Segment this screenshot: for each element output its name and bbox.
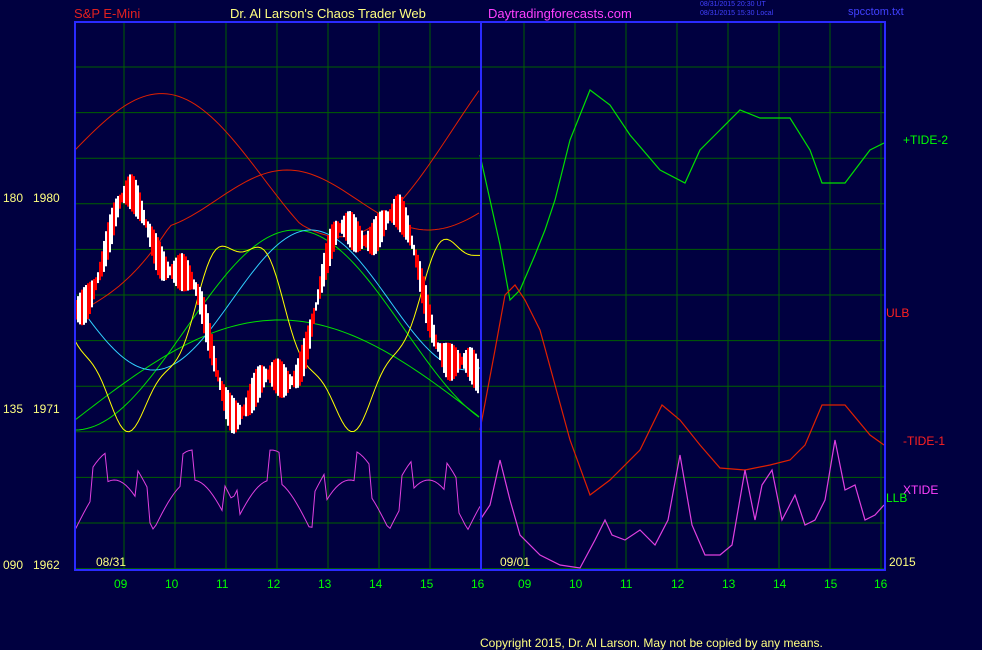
timestamp-local: 08/31/2015 15:30 Local <box>700 10 774 17</box>
series-label-minus-tide-1: -TIDE-1 <box>903 434 945 448</box>
x-hour-label: 14 <box>369 577 383 591</box>
date-label-0831: 08/31 <box>96 555 127 569</box>
x-hour-label: 13 <box>722 577 736 591</box>
series-line-xtide <box>479 439 885 569</box>
x-hour-label: 16 <box>874 577 888 591</box>
series-label-ulb: ULB <box>886 306 910 320</box>
copyright-notice: Copyright 2015, Dr. Al Larson. May not b… <box>480 636 823 650</box>
y-price-1971: 1971 <box>33 402 60 416</box>
x-hour-label: 16 <box>471 577 485 591</box>
date-label-0901: 09/01 <box>500 555 531 569</box>
y-angle-180: 180 <box>3 191 24 205</box>
y-angle-135: 135 <box>3 402 24 416</box>
chart-canvas <box>74 21 886 571</box>
instrument-title: S&P E-Mini <box>74 6 141 21</box>
site-url[interactable]: Daytradingforecasts.com <box>488 7 632 20</box>
y-price-1980: 1980 <box>33 191 60 205</box>
series-label-xtide: XTIDE <box>903 483 939 497</box>
x-hour-label: 10 <box>569 577 583 591</box>
x-hour-label: 15 <box>824 577 838 591</box>
file-name: spcctom.txt <box>848 6 904 18</box>
y-price-1962: 1962 <box>33 558 60 572</box>
forecast-series <box>479 89 885 569</box>
series-label-plus-tide-2: +TIDE-2 <box>903 133 949 147</box>
x-hour-label: 12 <box>671 577 685 591</box>
x-hour-label: 11 <box>620 577 633 591</box>
y-angle-090: 090 <box>3 558 24 572</box>
x-hour-label: 13 <box>318 577 332 591</box>
x-hour-label: 10 <box>165 577 179 591</box>
x-hour-label: 12 <box>267 577 281 591</box>
site-title: Dr. Al Larson's Chaos Trader Web <box>230 6 426 21</box>
series-label-llb: LLB <box>886 491 908 505</box>
year-label: 2015 <box>889 555 916 569</box>
timestamp-ut: 08/31/2015 20:30 UT <box>700 1 766 8</box>
series-line--tide-2 <box>479 89 885 302</box>
x-hour-label: 09 <box>518 577 532 591</box>
x-hour-label: 09 <box>114 577 128 591</box>
x-hour-label: 11 <box>216 577 229 591</box>
x-hour-label: 14 <box>773 577 787 591</box>
x-hour-label: 15 <box>420 577 434 591</box>
